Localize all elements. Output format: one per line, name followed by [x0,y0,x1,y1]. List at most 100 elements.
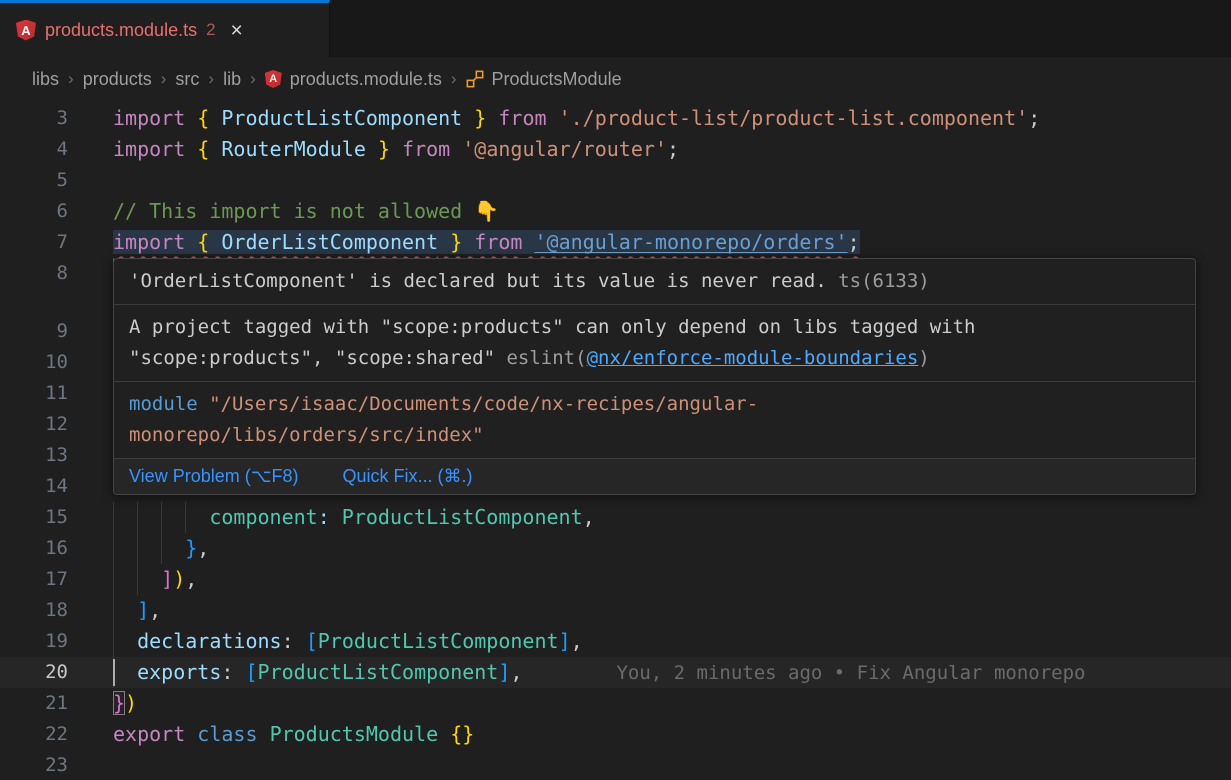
tab-products-module[interactable]: A products.module.ts 2 × [0,0,330,57]
line-content[interactable] [113,165,1231,196]
breadcrumb-item-products[interactable]: products [83,69,152,90]
code-line-6[interactable]: 6 // This import is not allowed 👇 [0,196,1231,227]
line-content[interactable]: ], [113,595,1231,626]
indent-guide [113,564,114,595]
code-token: { [197,230,209,254]
indent-guide [113,626,114,657]
line-content[interactable]: exports: [ProductListComponent],You, 2 m… [113,657,1231,688]
code-token [233,660,245,684]
code-token [113,598,137,622]
code-token [450,137,462,161]
code-token: } [474,106,486,130]
code-line-16[interactable]: 16 }, [0,533,1231,564]
hover-tooltip: 'OrderListComponent' is declared but its… [113,258,1196,495]
line-number[interactable]: 4 [0,134,68,165]
code-token: from [474,230,522,254]
code-token [209,106,221,130]
code-token: [ [306,629,318,653]
code-token: : [282,629,294,653]
line-content[interactable]: import { OrderListComponent } from '@ang… [113,227,1231,258]
code-line-19[interactable]: 19 declarations: [ProductListComponent], [0,626,1231,657]
breadcrumb-item-lib[interactable]: lib [223,69,241,90]
angular-icon: A [265,70,282,88]
code-line-5[interactable]: 5 [0,165,1231,196]
breadcrumb-item-libs[interactable]: libs [32,69,59,90]
line-content[interactable]: // This import is not allowed 👇 [113,196,1231,227]
line-number[interactable]: 16 [0,533,68,564]
line-number[interactable]: 6 [0,196,68,227]
line-content[interactable]: component: ProductListComponent, [113,502,1231,533]
line-number[interactable]: 17 [0,564,68,595]
line-number[interactable]: 13 [0,440,68,471]
line-number[interactable]: 14 [0,471,68,502]
code-line-15[interactable]: 15 component: ProductListComponent, [0,502,1231,533]
code-line-7[interactable]: 7 import { OrderListComponent } from '@an… [0,227,1231,258]
code-token: } [450,230,462,254]
code-token: { [197,106,209,130]
code-editor[interactable]: 3 import { ProductListComponent } from '.… [0,101,1231,780]
line-number[interactable]: 20 [0,657,68,688]
eslint-rule-link[interactable]: @nx/enforce-module-boundaries [587,347,919,369]
hover-module-info: module "/Users/isaac/Documents/code/nx-r… [114,382,1195,459]
warning-squiggle-region: import { OrderListComponent } from '@ang… [113,230,860,254]
code-line-20[interactable]: 20 exports: [ProductListComponent],You, … [0,657,1231,688]
line-content[interactable]: import { RouterModule } from '@angular/r… [113,134,1231,165]
line-number[interactable]: 15 [0,502,68,533]
code-token: ] [161,567,173,591]
code-token: import [113,106,185,130]
line-number[interactable]: 8 [0,258,68,289]
code-token: ] [137,598,149,622]
code-token: from [498,106,546,130]
code-token: ProductListComponent [342,505,583,529]
line-number[interactable]: 10 [0,347,68,378]
code-token: RouterModule [221,137,366,161]
line-content[interactable]: import { ProductListComponent } from './… [113,103,1231,134]
code-line-4[interactable]: 4 import { RouterModule } from '@angular/… [0,134,1231,165]
line-number[interactable]: 22 [0,719,68,750]
code-token: } [113,691,125,715]
code-line-23[interactable]: 23 [0,750,1231,780]
breadcrumb-item-src[interactable]: src [175,69,199,90]
code-line-22[interactable]: 22 export class ProductsModule {} [0,719,1231,750]
code-line-21[interactable]: 21}) [0,688,1231,719]
eslint-source-prefix: eslint( [495,347,587,369]
line-number[interactable]: 7 [0,227,68,258]
indent-guide [137,502,138,533]
code-token [113,660,137,684]
code-token [294,629,306,653]
code-line-3[interactable]: 3 import { ProductListComponent } from '.… [0,103,1231,134]
line-number[interactable]: 3 [0,103,68,134]
ts-error-message: 'OrderListComponent' is declared but its… [129,270,827,292]
line-number[interactable]: 12 [0,409,68,440]
line-content[interactable]: export class ProductsModule {} [113,719,1231,750]
code-token: ProductListComponent [221,106,462,130]
tab-problem-count-badge: 2 [206,20,215,40]
line-content[interactable]: declarations: [ProductListComponent], [113,626,1231,657]
code-token: OrderListComponent [221,230,438,254]
line-content[interactable]: }, [113,533,1231,564]
breadcrumb-item-symbol[interactable]: ProductsModule [466,69,622,90]
vscode-window: A products.module.ts 2 × libs › products… [0,0,1231,780]
close-icon[interactable]: × [231,20,243,41]
line-content[interactable] [113,750,1231,780]
eslint-message-line1: A project tagged with "scope:products" c… [129,316,975,338]
line-number[interactable]: 19 [0,626,68,657]
line-number[interactable]: 21 [0,688,68,719]
view-problem-action[interactable]: View Problem (⌥F8) [129,466,298,487]
text-cursor [113,659,115,686]
code-token [209,230,221,254]
breadcrumb-item-file[interactable]: A products.module.ts [265,69,442,90]
line-number[interactable]: 18 [0,595,68,626]
line-number[interactable]: 9 [0,316,68,347]
code-token: ] [498,660,510,684]
line-content[interactable]: }) [113,688,1231,719]
code-token [522,230,534,254]
code-line-18[interactable]: 18 ], [0,595,1231,626]
line-number[interactable]: 5 [0,165,68,196]
line-number[interactable]: 23 [0,750,68,780]
line-number[interactable]: 11 [0,378,68,409]
quick-fix-action[interactable]: Quick Fix... (⌘.) [342,466,472,487]
line-content[interactable]: ]), [113,564,1231,595]
ts-error-code: ts(6133) [827,270,930,292]
code-line-17[interactable]: 17 ]), [0,564,1231,595]
